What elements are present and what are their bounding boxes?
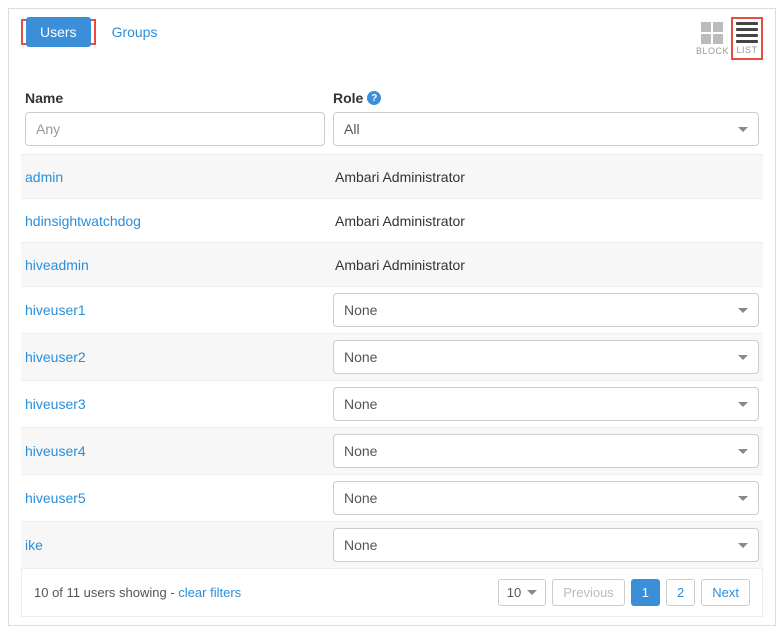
user-link[interactable]: hiveadmin (25, 257, 89, 273)
chevron-down-icon (738, 543, 748, 548)
block-icon (701, 22, 723, 44)
table-body: adminAmbari Administratorhdinsightwatchd… (21, 154, 763, 615)
user-link[interactable]: hiveuser5 (25, 490, 86, 506)
users-panel: Users Groups BLOCK LIST Name Role ? (8, 8, 776, 626)
user-link[interactable]: hiveuser2 (25, 349, 86, 365)
role-select-value: None (344, 349, 377, 365)
role-select[interactable]: None (333, 387, 759, 421)
topbar: Users Groups BLOCK LIST (21, 17, 763, 60)
table-row: hiveuser3 None (21, 380, 763, 427)
role-text: Ambari Administrator (333, 257, 465, 273)
role-text: Ambari Administrator (333, 213, 465, 229)
chevron-down-icon (527, 590, 537, 595)
role-filter-select[interactable]: All (333, 112, 759, 146)
user-link[interactable]: hiveuser1 (25, 302, 86, 318)
header-role: Role ? (333, 90, 759, 106)
table-row: hiveuser2 None (21, 333, 763, 380)
view-toggle: BLOCK LIST (696, 17, 763, 60)
status-text: 10 of 11 users showing - clear filters (34, 585, 241, 600)
filter-row: All (21, 112, 763, 154)
header-role-label: Role (333, 90, 363, 106)
chevron-down-icon (738, 496, 748, 501)
role-select-value: None (344, 396, 377, 412)
tab-users[interactable]: Users (26, 17, 91, 47)
table-row: hiveadmin Ambari Administrator (21, 242, 763, 286)
clear-filters-link[interactable]: clear filters (178, 585, 241, 600)
pagination: 10 Previous 12 Next (498, 579, 750, 606)
chevron-down-icon (738, 308, 748, 313)
user-link[interactable]: hiveuser4 (25, 443, 86, 459)
table-row: admin Ambari Administrator (21, 154, 763, 198)
role-select[interactable]: None (333, 528, 759, 562)
role-select-value: None (344, 537, 377, 553)
view-block-label: BLOCK (696, 46, 729, 56)
role-select-value: None (344, 443, 377, 459)
role-text: Ambari Administrator (333, 169, 465, 185)
role-select-value: None (344, 302, 377, 318)
role-select[interactable]: None (333, 340, 759, 374)
view-list-label: LIST (736, 45, 757, 55)
chevron-down-icon (738, 402, 748, 407)
highlight-users-tab: Users (21, 19, 96, 45)
name-filter-input[interactable] (25, 112, 325, 146)
user-link[interactable]: admin (25, 169, 63, 185)
chevron-down-icon (738, 127, 748, 132)
next-button[interactable]: Next (701, 579, 750, 606)
user-link[interactable]: ike (25, 537, 43, 553)
list-icon (736, 22, 758, 43)
role-select[interactable]: None (333, 293, 759, 327)
page-size-value: 10 (507, 585, 521, 600)
table-headers: Name Role ? (21, 90, 763, 112)
view-block-button[interactable]: BLOCK (696, 22, 729, 56)
table-row: hiveuser4 None (21, 427, 763, 474)
view-list-button[interactable]: LIST (736, 22, 758, 55)
page-size-select[interactable]: 10 (498, 579, 546, 606)
header-name: Name (25, 90, 325, 106)
table-row: ike None (21, 521, 763, 568)
role-filter-value: All (344, 121, 360, 137)
entity-tabs: Users Groups (21, 17, 171, 47)
highlight-list-view: LIST (731, 17, 763, 60)
status-count: 10 of 11 users showing - (34, 585, 178, 600)
footer: 10 of 11 users showing - clear filters 1… (21, 568, 763, 617)
tab-groups[interactable]: Groups (98, 17, 172, 47)
page-button-2[interactable]: 2 (666, 579, 695, 606)
page-buttons: 12 (631, 579, 695, 606)
role-select[interactable]: None (333, 481, 759, 515)
prev-button[interactable]: Previous (552, 579, 625, 606)
page-button-1[interactable]: 1 (631, 579, 660, 606)
user-link[interactable]: hdinsightwatchdog (25, 213, 141, 229)
chevron-down-icon (738, 355, 748, 360)
user-link[interactable]: hiveuser3 (25, 396, 86, 412)
role-select-value: None (344, 490, 377, 506)
table-row: hdinsightwatchdog Ambari Administrator (21, 198, 763, 242)
chevron-down-icon (738, 449, 748, 454)
role-select[interactable]: None (333, 434, 759, 468)
help-icon[interactable]: ? (367, 91, 381, 105)
table-row: hiveuser5 None (21, 474, 763, 521)
table-row: hiveuser1 None (21, 286, 763, 333)
